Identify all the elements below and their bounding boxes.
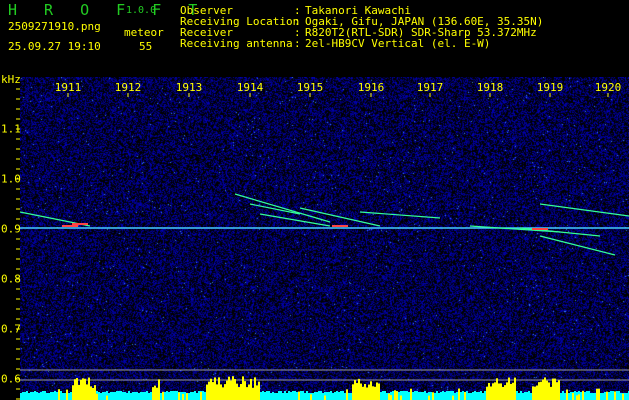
x-tick-label: 1911 [54, 81, 82, 94]
x-tick-label: 1918 [476, 81, 504, 94]
x-tick-label: 1919 [536, 81, 564, 94]
meteor-trace [259, 213, 331, 227]
x-tick-label: 1920 [594, 81, 622, 94]
meteor-trace [539, 203, 629, 217]
y-tick-label: 0.9 [1, 222, 21, 236]
spectrogram-overlay [16, 88, 629, 400]
x-tick-label: 1913 [175, 81, 203, 94]
meteor-trace [539, 235, 616, 256]
x-tick-label: 1916 [357, 81, 385, 94]
y-tick-label: 1.0 [1, 172, 21, 186]
y-axis-unit: kHz [1, 73, 21, 86]
x-tick-label: 1915 [296, 81, 324, 94]
y-tick-label: 0.7 [1, 322, 21, 336]
meteor-trace [359, 211, 441, 219]
y-tick-label: 0.8 [1, 272, 21, 286]
y-tick-label: 0.6 [1, 372, 21, 386]
x-tick-label: 1917 [416, 81, 444, 94]
y-tick-label: 1.1 [1, 122, 21, 136]
x-tick-label: 1914 [236, 81, 264, 94]
x-tick-label: 1912 [114, 81, 142, 94]
